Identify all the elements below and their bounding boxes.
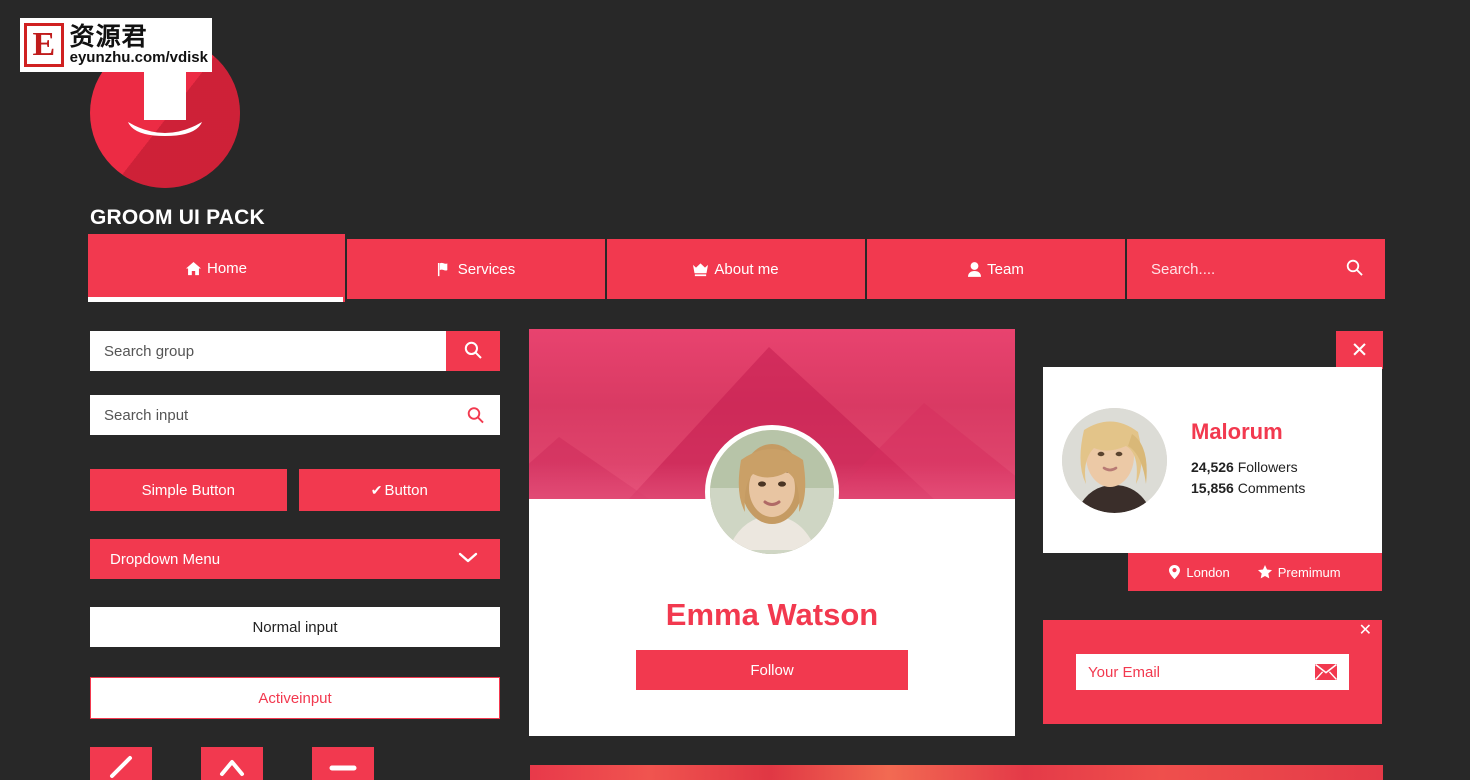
user-card-footer: London Premimum: [1128, 553, 1382, 591]
check-icon: ✔: [370, 481, 383, 498]
nav-label-about-me: About me: [714, 260, 779, 278]
avatar-portrait: [710, 430, 834, 554]
nav-item-about-me[interactable]: About me: [607, 239, 867, 299]
comments-stat: 15,856 Comments: [1191, 480, 1305, 496]
user-card: Malorum 24,526 Followers 15,856 Comments: [1043, 367, 1382, 553]
watermark-logo-letter: E: [24, 23, 64, 67]
top-hat-icon: [128, 66, 202, 136]
profile-name: Emma Watson: [665, 597, 879, 632]
subscribe-close-button[interactable]: ✕: [1359, 623, 1372, 639]
page-root: E 资源君 eyunzhu.com/vdisk GROOM UI PACK Ho…: [0, 0, 1470, 780]
pencil-button[interactable]: [90, 747, 152, 780]
nav-item-team[interactable]: Team: [867, 239, 1127, 299]
normal-input[interactable]: [90, 607, 500, 647]
comments-label: Comments: [1237, 480, 1306, 496]
nav-item-home[interactable]: Home: [88, 234, 347, 302]
close-button[interactable]: ✕: [1336, 331, 1383, 369]
minus-icon: [329, 761, 357, 776]
user-avatar-portrait: [1062, 407, 1167, 513]
email-input[interactable]: [1076, 663, 1315, 681]
search-icon[interactable]: [1346, 259, 1363, 280]
subscribe-field: [1076, 654, 1349, 690]
profile-card: Emma Watson Follow: [529, 329, 1015, 736]
premium-badge: Premimum: [1257, 564, 1341, 580]
nav-label-services: Services: [457, 260, 516, 278]
minus-button[interactable]: [312, 747, 374, 780]
chevron-up-button[interactable]: [201, 747, 263, 780]
premium-label: Premimum: [1277, 564, 1341, 580]
nav-active-indicator: [88, 297, 343, 302]
search-icon: [464, 341, 482, 362]
nav-label-home: Home: [206, 259, 247, 277]
search-input-wrapper: [90, 395, 500, 435]
nav-label-team: Team: [987, 260, 1024, 278]
check-button-label: Button: [384, 481, 428, 499]
user-card-name: Malorum: [1191, 419, 1283, 444]
subscribe-box: ✕: [1043, 620, 1382, 724]
comments-count: 15,856: [1191, 480, 1234, 496]
location-badge: London: [1169, 564, 1230, 580]
pencil-icon: [108, 754, 134, 780]
home-icon: [185, 261, 201, 276]
active-input[interactable]: [90, 677, 500, 719]
search-group-input[interactable]: [90, 331, 446, 371]
watermark-overlay: E 资源君 eyunzhu.com/vdisk: [20, 18, 212, 72]
avatar-image: [710, 430, 834, 554]
watermark-text: 资源君 eyunzhu.com/vdisk: [69, 21, 208, 67]
location-label: London: [1186, 564, 1230, 580]
crown-icon: [693, 262, 709, 277]
icon-button-row: [90, 747, 500, 780]
followers-count: 24,526: [1191, 459, 1234, 475]
followers-stat: 24,526 Followers: [1191, 459, 1305, 475]
search-group: [90, 331, 500, 371]
button-row: Simple Button ✔ Button: [90, 469, 500, 511]
chevron-up-icon: [219, 757, 245, 780]
star-icon: [1257, 565, 1272, 579]
map-pin-icon: [1169, 565, 1181, 579]
user-card-meta: Malorum 24,526 Followers 15,856 Comments: [1191, 419, 1305, 501]
followers-label: Followers: [1237, 459, 1298, 475]
dropdown-menu-label: Dropdown Menu: [110, 550, 221, 568]
follow-button[interactable]: Follow: [636, 650, 908, 690]
avatar: [705, 425, 839, 559]
search-icon[interactable]: [467, 407, 484, 424]
user-avatar: [1062, 407, 1167, 513]
user-icon: [968, 261, 982, 277]
sidebar-controls: Simple Button ✔ Button Dropdown Menu: [90, 331, 500, 780]
search-input[interactable]: [90, 395, 500, 435]
simple-button[interactable]: Simple Button: [90, 469, 287, 511]
check-button[interactable]: ✔ Button: [298, 469, 500, 511]
page-title: GROOM UI PACK: [90, 206, 265, 229]
dropdown-menu[interactable]: Dropdown Menu: [90, 539, 500, 579]
search-group-button[interactable]: [446, 331, 500, 371]
envelope-icon[interactable]: [1315, 664, 1337, 680]
chevron-down-icon: [458, 551, 478, 568]
nav-search-placeholder: Search....: [1151, 260, 1216, 278]
nav-item-services[interactable]: Services: [347, 239, 607, 299]
bottom-banner: [530, 765, 1383, 780]
nav-search-box[interactable]: Search....: [1127, 239, 1385, 299]
watermark-url: eyunzhu.com/vdisk: [69, 48, 208, 66]
flag-icon: [437, 262, 452, 277]
main-navigation: Home Services About me Team Search....: [88, 234, 1385, 302]
watermark-chinese-text: 资源君: [69, 21, 148, 51]
